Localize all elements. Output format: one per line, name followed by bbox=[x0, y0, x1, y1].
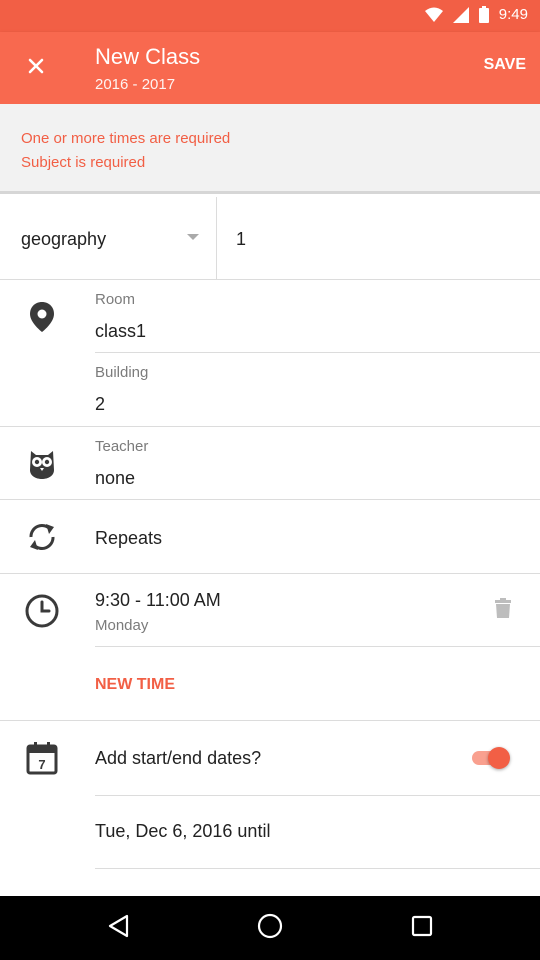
divider bbox=[95, 646, 540, 647]
clock-icon bbox=[22, 591, 62, 631]
save-button[interactable]: SAVE bbox=[484, 56, 526, 74]
page-title: New Class bbox=[95, 44, 201, 69]
navigation-bar bbox=[0, 896, 540, 960]
error-message-times: One or more times are required bbox=[21, 130, 231, 147]
subject-count-value: 1 bbox=[236, 229, 247, 249]
start-date-value: Tue, Dec 6, 2016 until bbox=[95, 821, 271, 841]
repeat-icon bbox=[22, 517, 62, 557]
repeats-row[interactable]: Repeats bbox=[0, 500, 540, 573]
home-button[interactable] bbox=[250, 908, 290, 948]
building-input[interactable]: 2 bbox=[95, 387, 540, 425]
time-day: Monday bbox=[95, 617, 149, 634]
recents-button[interactable] bbox=[402, 908, 442, 948]
close-button[interactable] bbox=[16, 48, 56, 88]
subject-value: geography bbox=[21, 229, 107, 249]
location-pin-icon bbox=[22, 297, 62, 337]
status-icons: 9:49 bbox=[424, 6, 528, 23]
error-panel: One or more times are required Subject i… bbox=[0, 104, 540, 194]
subject-dropdown[interactable]: geography bbox=[0, 197, 217, 280]
signal-icon bbox=[452, 6, 469, 23]
divider bbox=[95, 868, 540, 869]
room-value: class1 bbox=[95, 321, 147, 341]
time-slot-row[interactable]: 9:30 - 11:00 AM Monday bbox=[0, 574, 540, 646]
teacher-label: Teacher bbox=[95, 438, 149, 455]
back-button[interactable] bbox=[98, 908, 138, 948]
divider bbox=[0, 720, 540, 721]
status-bar: 9:49 bbox=[0, 0, 540, 32]
teacher-value: none bbox=[95, 468, 136, 488]
building-value: 2 bbox=[95, 394, 106, 414]
home-circle-icon bbox=[257, 913, 283, 944]
delete-time-button[interactable] bbox=[488, 595, 518, 625]
svg-text:7: 7 bbox=[38, 757, 45, 772]
chevron-down-icon bbox=[187, 234, 199, 240]
repeats-label: Repeats bbox=[95, 528, 163, 548]
close-icon bbox=[28, 58, 44, 79]
battery-icon bbox=[478, 6, 489, 23]
app-bar: New Class 2016 - 2017 SAVE bbox=[0, 32, 540, 104]
divider bbox=[95, 352, 540, 353]
new-time-button[interactable]: NEW TIME bbox=[95, 676, 175, 694]
subject-count-field[interactable]: 1 bbox=[217, 197, 540, 280]
dates-label: Add start/end dates? bbox=[95, 748, 262, 768]
time-range: 9:30 - 11:00 AM bbox=[95, 590, 221, 610]
divider bbox=[0, 426, 540, 427]
back-triangle-icon bbox=[107, 914, 129, 943]
toggle-thumb bbox=[488, 747, 510, 769]
owl-icon bbox=[22, 444, 62, 484]
start-date-field[interactable]: Tue, Dec 6, 2016 until bbox=[95, 796, 540, 868]
building-label: Building bbox=[95, 364, 149, 381]
room-label: Room bbox=[95, 291, 136, 308]
status-time: 9:49 bbox=[498, 6, 528, 23]
room-input[interactable]: class1 bbox=[95, 314, 540, 352]
wifi-icon bbox=[424, 7, 443, 23]
recents-square-icon bbox=[411, 915, 433, 942]
trash-icon bbox=[495, 597, 511, 623]
teacher-input[interactable]: none bbox=[95, 461, 540, 499]
page-subtitle: 2016 - 2017 bbox=[95, 76, 176, 93]
calendar-icon: 7 bbox=[22, 738, 62, 778]
error-message-subject: Subject is required bbox=[21, 154, 146, 171]
dates-toggle[interactable] bbox=[470, 745, 514, 771]
divider bbox=[0, 279, 540, 280]
